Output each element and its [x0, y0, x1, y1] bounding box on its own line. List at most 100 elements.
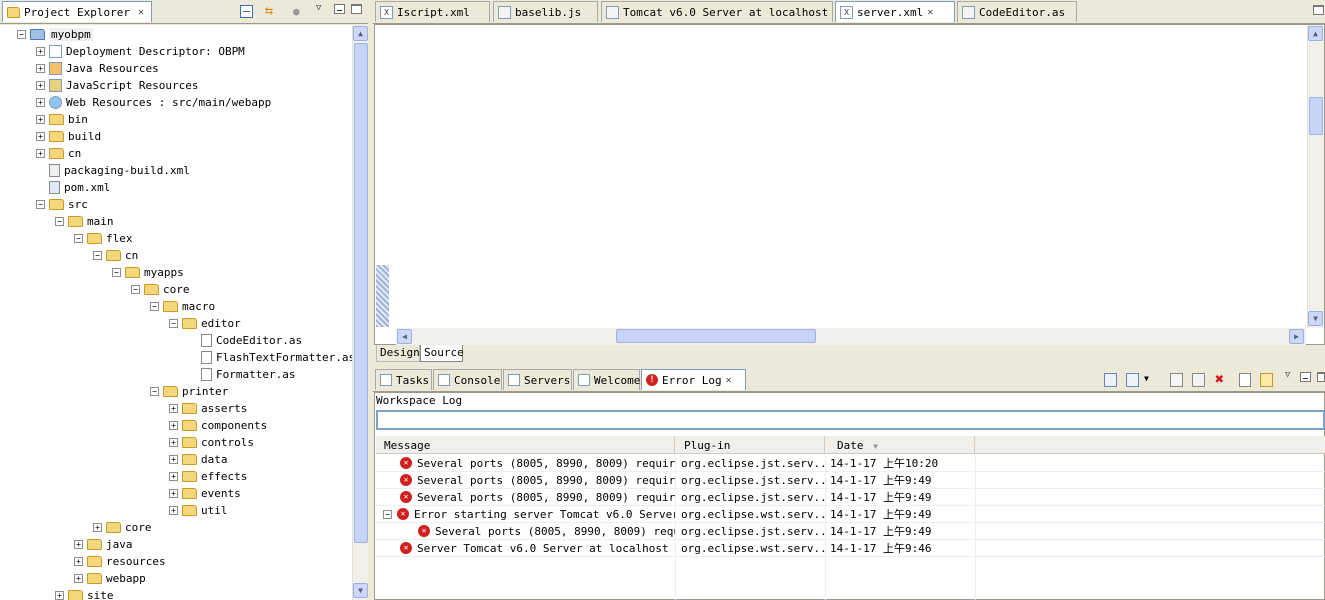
tree-item[interactable]: + site [55, 587, 114, 600]
expand-icon[interactable]: + [169, 404, 178, 413]
tree-item[interactable]: + core [93, 519, 152, 536]
collapse-icon[interactable]: − [383, 509, 392, 519]
table-row[interactable]: ✕ Server Tomcat v6.0 Server at localhost … [376, 540, 1325, 557]
tree-item[interactable]: + java [74, 536, 133, 553]
tree-item[interactable]: − core [131, 281, 190, 298]
tree-item[interactable]: + events [169, 485, 241, 502]
tree-item[interactable]: + controls [169, 434, 254, 451]
tree-item[interactable]: + components [169, 417, 267, 434]
tree-item[interactable]: Formatter.as [188, 366, 295, 383]
tree-item[interactable]: − src [36, 196, 88, 213]
expand-icon[interactable]: + [36, 64, 45, 73]
expand-icon[interactable]: + [169, 455, 178, 464]
editor-tab[interactable]: X Iscript.xml [375, 1, 490, 22]
tree-item[interactable]: − myobpm [17, 26, 93, 43]
collapse-icon[interactable]: − [131, 285, 140, 294]
tree-item[interactable]: packaging-build.xml [36, 162, 190, 179]
clear-log-icon[interactable] [1170, 373, 1183, 387]
editor-scroll-down[interactable]: ▼ [1308, 311, 1323, 326]
expand-icon[interactable]: + [55, 591, 64, 600]
collapse-all-icon[interactable] [240, 5, 253, 18]
tree-item[interactable]: − macro [150, 298, 215, 315]
tree-item[interactable]: + JavaScript Resources [36, 77, 198, 94]
tab-source[interactable]: Source [420, 345, 464, 362]
view-tab[interactable]: Welcome [573, 369, 640, 390]
tab-design[interactable]: Design [376, 345, 420, 362]
tree-item[interactable]: − editor [169, 315, 241, 332]
expand-icon[interactable]: + [36, 98, 45, 107]
scroll-thumb[interactable] [354, 43, 368, 543]
tree-item[interactable]: − printer [150, 383, 228, 400]
view-tab[interactable]: Servers [503, 369, 572, 390]
export-log-icon[interactable] [1104, 373, 1117, 387]
expand-icon[interactable]: + [36, 81, 45, 90]
close-icon[interactable]: ✕ [138, 7, 144, 18]
link-editor-icon[interactable]: ⇆ [261, 4, 277, 19]
tree-item[interactable]: − myapps [112, 264, 184, 281]
import-log-icon[interactable] [1126, 373, 1139, 387]
filter-input[interactable] [376, 410, 1325, 430]
open-log-icon[interactable] [1239, 373, 1251, 387]
expand-icon[interactable]: + [74, 540, 83, 549]
tree-item[interactable]: + cn [36, 145, 81, 162]
column-header-date[interactable]: Date ▼ [825, 436, 975, 454]
tree-item[interactable]: + util [169, 502, 228, 519]
editor-tab[interactable]: Tomcat v6.0 Server at localhost [601, 1, 833, 22]
tree-item[interactable]: + asserts [169, 400, 247, 417]
tree-item[interactable]: − flex [74, 230, 133, 247]
expand-icon[interactable]: + [169, 506, 178, 515]
editor-scroll-left[interactable]: ◀ [397, 329, 412, 344]
tree-item[interactable]: + webapp [74, 570, 146, 587]
tree-item[interactable]: + bin [36, 111, 88, 128]
expand-icon[interactable]: + [169, 438, 178, 447]
tree-item[interactable]: FlashTextFormatter.as [188, 349, 352, 366]
close-icon[interactable]: ✕ [927, 7, 933, 18]
editor-scroll-thumb[interactable] [1309, 97, 1323, 135]
tree-item[interactable]: + data [169, 451, 228, 468]
tree-item[interactable]: + resources [74, 553, 166, 570]
editor-area[interactable] [374, 24, 1325, 345]
restore-log-icon[interactable] [1260, 373, 1273, 387]
editor-hscroll-thumb[interactable] [616, 329, 816, 343]
views-minimize-icon[interactable] [1300, 372, 1311, 382]
tree-item[interactable]: + Deployment Descriptor: OBPM [36, 43, 245, 60]
view-menu-icon-2[interactable]: ▽ [1285, 370, 1290, 380]
minimize-icon[interactable] [334, 4, 345, 14]
editor-tab[interactable]: CodeEditor.as [957, 1, 1077, 22]
tree-item[interactable]: + effects [169, 468, 247, 485]
delete-icon[interactable]: ✖ [1215, 370, 1224, 388]
editor-scroll-up[interactable]: ▲ [1308, 26, 1323, 41]
expand-icon[interactable]: + [169, 472, 178, 481]
collapse-icon[interactable]: − [74, 234, 83, 243]
sort-descending-icon[interactable]: ▼ [873, 442, 878, 451]
editor-tab[interactable]: Xserver.xml ✕ [835, 1, 955, 22]
collapse-icon[interactable]: − [169, 319, 178, 328]
expand-icon[interactable]: + [74, 574, 83, 583]
table-row[interactable]: ✕ Several ports (8005, 8990, 8009) requir… [376, 523, 1325, 540]
scroll-up-button[interactable]: ▲ [353, 26, 368, 41]
close-icon[interactable]: ✕ [726, 375, 732, 386]
tree-item[interactable]: + Java Resources [36, 60, 159, 77]
collapse-icon[interactable]: − [112, 268, 121, 277]
view-tab[interactable]: Tasks [375, 369, 432, 390]
tree-item[interactable]: + Web Resources : src/main/webapp [36, 94, 271, 111]
editor-maximize-icon[interactable] [1313, 5, 1324, 15]
editor-hscrollbar[interactable]: ◀ ▶ [396, 328, 1306, 345]
tab-project-explorer[interactable]: Project Explorer ✕ [2, 1, 152, 22]
tree-item[interactable]: CodeEditor.as [188, 332, 302, 349]
column-header-message[interactable]: Message [376, 436, 675, 454]
table-row[interactable]: − ✕ Error starting server Tomcat v6.0 Serv… [376, 506, 1325, 523]
collapse-icon[interactable]: − [55, 217, 64, 226]
editor-tab[interactable]: baselib.js [493, 1, 598, 22]
view-tab[interactable]: ! Error Log ✕ [641, 369, 746, 390]
tree-item[interactable]: − main [55, 213, 114, 230]
collapse-icon[interactable]: − [93, 251, 102, 260]
delete-log-icon[interactable] [1192, 373, 1205, 387]
tree-item[interactable]: − cn [93, 247, 138, 264]
sash-divider[interactable] [368, 0, 373, 600]
editor-scroll-right[interactable]: ▶ [1289, 329, 1304, 344]
dropdown-icon[interactable]: ▼ [1144, 374, 1149, 383]
expand-icon[interactable]: + [36, 115, 45, 124]
filter-icon[interactable]: ● [293, 5, 307, 18]
view-menu-icon[interactable]: ▽ [316, 3, 326, 13]
